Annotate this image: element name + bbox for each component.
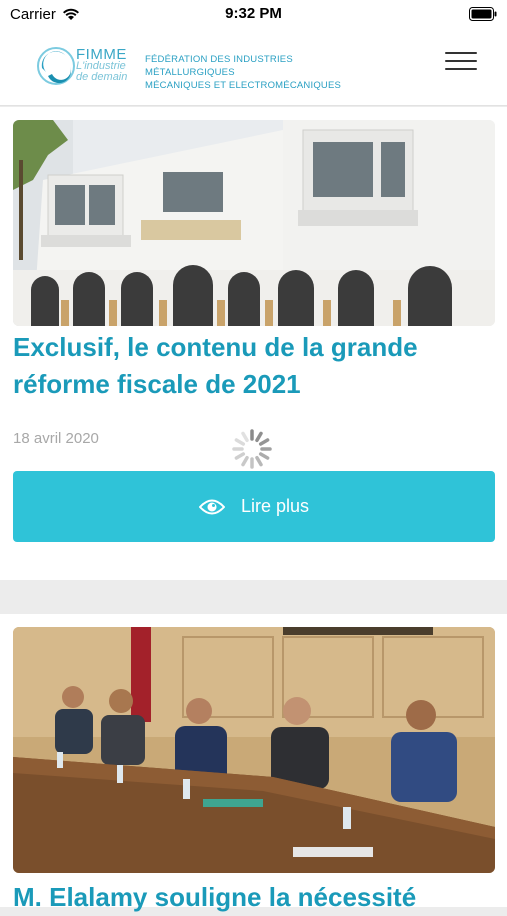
- building-image: [13, 120, 495, 326]
- loading-spinner-icon: [232, 429, 272, 469]
- federation-name: FÉDÉRATION DES INDUSTRIES MÉTALLURGIQUES…: [145, 53, 385, 92]
- logo-tagline-line2: de demain: [76, 71, 128, 83]
- status-time: 9:32 PM: [225, 5, 282, 22]
- status-bar: Carrier 9:32 PM: [0, 0, 507, 30]
- meeting-image: [13, 627, 495, 873]
- hamburger-icon[interactable]: [445, 52, 477, 72]
- logo-swirl-icon: [37, 47, 75, 85]
- article-card: Exclusif, le contenu de la grande réform…: [0, 107, 507, 580]
- battery-icon: [469, 7, 497, 21]
- eye-icon: [198, 499, 225, 514]
- article-date: 18 avril 2020: [13, 430, 99, 447]
- federation-line2: MÉCANIQUES ET ELECTROMÉCANIQUES: [145, 80, 342, 91]
- federation-line1: FÉDÉRATION DES INDUSTRIES MÉTALLURGIQUES: [145, 54, 293, 78]
- fimme-logo[interactable]: FIMME L'industrie de demain: [36, 44, 136, 88]
- logo-tagline: L'industrie de demain: [76, 61, 127, 83]
- article-title[interactable]: Exclusif, le contenu de la grande réform…: [13, 329, 495, 403]
- article-card: M. Elalamy souligne la nécessité: [0, 614, 507, 912]
- article-photo-building[interactable]: [13, 120, 495, 326]
- app-header: FIMME L'industrie de demain FÉDÉRATION D…: [0, 30, 507, 106]
- article-photo-meeting[interactable]: [13, 627, 495, 873]
- read-more-button[interactable]: Lire plus: [13, 471, 495, 542]
- read-more-label: Lire plus: [240, 496, 310, 516]
- article-title[interactable]: M. Elalamy souligne la nécessité: [13, 879, 495, 916]
